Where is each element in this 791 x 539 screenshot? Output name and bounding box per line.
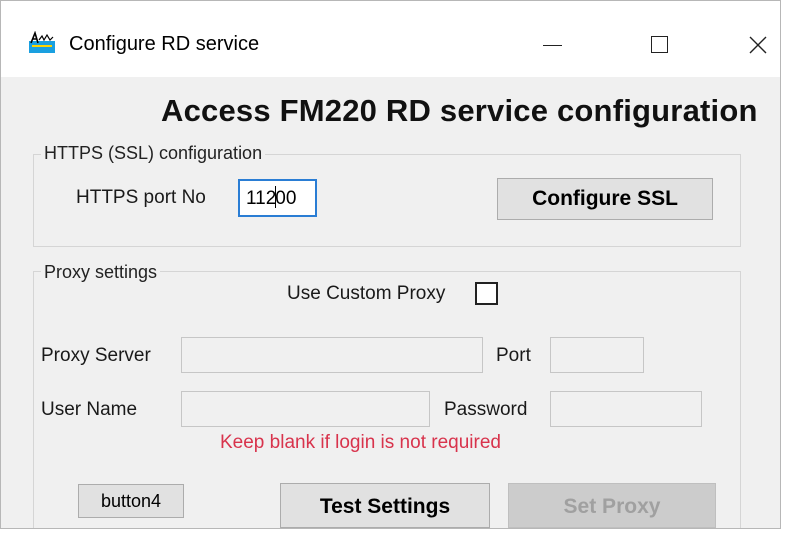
close-icon (749, 36, 767, 54)
password-input[interactable] (550, 391, 702, 427)
https-port-value-start: 112 (246, 188, 277, 209)
proxy-server-input[interactable] (181, 337, 483, 373)
user-name-label: User Name (41, 399, 138, 420)
app-icon (29, 31, 55, 53)
user-name-input[interactable] (181, 391, 430, 427)
maximize-button[interactable] (633, 21, 685, 69)
https-port-label: HTTPS port No (76, 187, 206, 208)
use-custom-proxy-label: Use Custom Proxy (287, 283, 446, 304)
minimize-button[interactable] (525, 21, 577, 69)
configure-rd-service-window: Configure RD service Access FM220 RD ser… (0, 0, 781, 529)
minimize-icon (543, 45, 562, 46)
proxy-port-input[interactable] (550, 337, 644, 373)
proxy-server-label: Proxy Server (41, 345, 151, 366)
proxy-port-label: Port (496, 345, 531, 366)
test-settings-button[interactable]: Test Settings (280, 483, 490, 528)
https-port-value-end: 00 (275, 188, 297, 209)
https-config-group-label: HTTPS (SSL) configuration (41, 143, 266, 164)
login-hint-text: Keep blank if login is not required (220, 432, 501, 453)
proxy-settings-group-label: Proxy settings (41, 262, 161, 283)
password-label: Password (444, 399, 528, 420)
maximize-icon (651, 36, 668, 53)
title-bar[interactable]: Configure RD service (1, 1, 780, 77)
configure-ssl-button[interactable]: Configure SSL (497, 178, 713, 220)
use-custom-proxy-checkbox[interactable] (475, 282, 498, 305)
button4-button[interactable]: button4 (78, 484, 184, 518)
close-button[interactable] (730, 21, 780, 69)
https-port-input[interactable]: 11200 (238, 179, 317, 217)
window-title: Configure RD service (69, 33, 260, 55)
set-proxy-button[interactable]: Set Proxy (508, 483, 716, 528)
page-heading: Access FM220 RD service configuration (161, 93, 758, 128)
